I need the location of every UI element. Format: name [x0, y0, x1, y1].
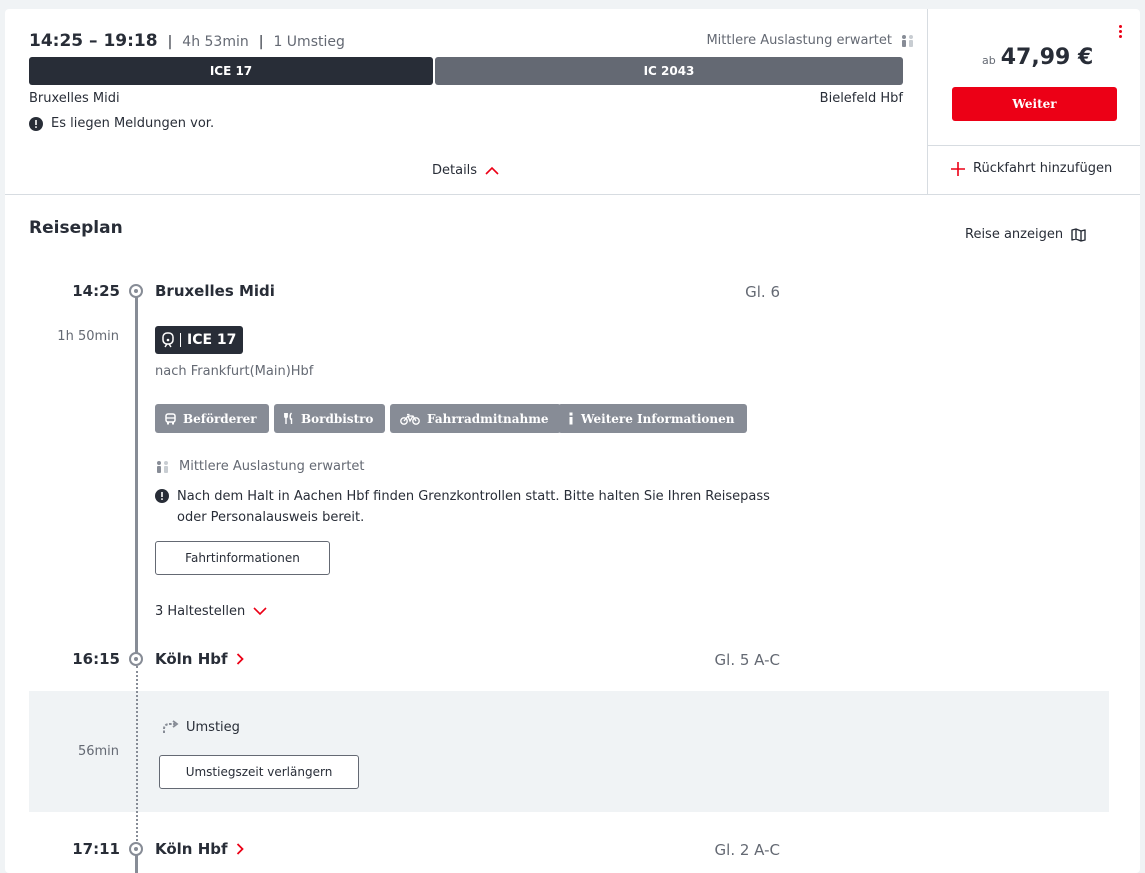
leg-occupancy: Mittlere Auslastung erwartet	[155, 459, 365, 474]
leg-notice-line: oder Personalausweis bereit.	[177, 510, 365, 525]
stop-name-link[interactable]: Köln Hbf	[155, 840, 244, 858]
add-return-label: Rückfahrt hinzufügen	[973, 161, 1113, 176]
leg-notice-text: Nach dem Halt in Aachen Hbf finden Grenz…	[177, 486, 770, 528]
extend-transfer-label: Umstiegszeit verlängern	[185, 765, 333, 779]
show-map-link[interactable]: Reise anzeigen	[965, 227, 1086, 242]
header-divider	[5, 194, 1140, 195]
notice-text: Es liegen Meldungen vor.	[51, 116, 215, 131]
train-bar-label: ICE 17	[209, 64, 253, 78]
timeline-stop-marker	[129, 842, 143, 856]
timeline-stop-marker	[129, 652, 143, 666]
chip-label: Bordbistro	[301, 411, 374, 426]
cutlery-icon	[284, 412, 293, 424]
destination-station: Bielefeld Hbf	[819, 91, 903, 106]
summary-row: 14:25 – 19:18 | 4h 53min | 1 Umstieg	[29, 31, 345, 51]
separator: |	[167, 34, 173, 50]
stops-toggle-label: 3 Haltestellen	[155, 604, 246, 619]
itinerary-title: Reiseplan	[29, 218, 123, 238]
occupancy-icon	[902, 34, 913, 47]
train-badge[interactable]: ICE 17	[155, 326, 244, 354]
stop-time: 14:25	[72, 282, 120, 300]
transfer-label: Umstieg	[186, 719, 240, 735]
map-icon	[1071, 227, 1086, 242]
stop-track: Gl. 6	[745, 283, 780, 301]
chip-bistro[interactable]: Bordbistro	[274, 404, 386, 433]
chip-label: Weitere Informationen	[581, 411, 735, 426]
separator: |	[258, 34, 264, 50]
chip-more-info[interactable]: Weitere Informationen	[558, 404, 747, 433]
stop-time: 17:11	[72, 840, 120, 858]
train-badge-label: ICE 17	[187, 332, 237, 348]
journey-duration: 4h 53min	[182, 34, 249, 50]
leg-notice-line: Nach dem Halt in Aachen Hbf finden Grenz…	[177, 489, 770, 504]
timeline-transfer-line	[136, 666, 138, 849]
bicycle-icon	[400, 413, 420, 425]
info-icon	[569, 412, 573, 425]
stop-name: Köln Hbf	[155, 840, 228, 858]
details-toggle[interactable]: Details	[432, 163, 499, 178]
price-divider-vertical	[927, 9, 928, 194]
extend-transfer-button[interactable]: Umstiegszeit verlängern	[159, 755, 359, 789]
details-label: Details	[432, 163, 478, 178]
stop-name: Köln Hbf	[155, 650, 228, 668]
chevron-right-icon	[236, 843, 244, 855]
price-prefix: ab	[982, 54, 996, 67]
chevron-right-icon	[236, 653, 244, 665]
train-bar-ic[interactable]: IC 2043	[435, 57, 903, 85]
origin-station: Bruxelles Midi	[29, 91, 120, 106]
price-amount: 47,99 €	[1000, 45, 1094, 70]
continue-button[interactable]: Weiter	[952, 87, 1117, 121]
alert-icon	[155, 489, 169, 503]
stop-name: Bruxelles Midi	[155, 282, 275, 300]
leg-notice: Nach dem Halt in Aachen Hbf finden Grenz…	[155, 486, 770, 528]
header-occupancy: Mittlere Auslastung erwartet	[706, 33, 916, 48]
show-map-label: Reise anzeigen	[965, 227, 1064, 242]
price-divider-horizontal	[927, 145, 1140, 146]
stop-time: 16:15	[72, 650, 120, 668]
chip-label: Beförderer	[183, 411, 257, 426]
journey-transfers: 1 Umstieg	[273, 34, 345, 50]
alert-icon	[29, 116, 43, 131]
timeline-stop-marker	[129, 284, 143, 298]
chevron-down-icon	[253, 607, 267, 616]
timeline-line	[135, 291, 138, 659]
stop-name-link[interactable]: Köln Hbf	[155, 650, 244, 668]
stops-toggle[interactable]: 3 Haltestellen	[155, 604, 267, 619]
add-return-button[interactable]: Rückfahrt hinzufügen	[951, 161, 1112, 176]
continue-button-label: Weiter	[1012, 97, 1057, 111]
chip-carrier[interactable]: Beförderer	[155, 404, 269, 433]
occupancy-label: Mittlere Auslastung erwartet	[706, 33, 892, 48]
notice-row: Es liegen Meldungen vor.	[29, 116, 214, 131]
train-bar-ice[interactable]: ICE 17	[29, 57, 433, 85]
chevron-up-icon	[485, 166, 499, 175]
chip-label: Fahrradmitnahme	[427, 411, 549, 426]
transfer-icon	[163, 720, 179, 733]
transfer-label-row: Umstieg	[161, 719, 240, 735]
leg-duration: 1h 50min	[57, 329, 119, 344]
transfer-block	[29, 691, 1109, 812]
separator	[180, 333, 181, 347]
trip-info-button[interactable]: Fahrtinformationen	[155, 541, 330, 575]
train-icon	[162, 332, 174, 348]
transfer-duration: 56min	[77, 744, 119, 759]
leg-occupancy-label: Mittlere Auslastung erwartet	[179, 459, 365, 474]
stop-track: Gl. 5 A-C	[714, 651, 780, 669]
price-display: ab 47,99 €	[982, 45, 1093, 70]
journey-times: 14:25 – 19:18	[29, 31, 158, 51]
occupancy-icon	[157, 460, 168, 473]
stop-track: Gl. 2 A-C	[714, 841, 780, 859]
chip-bicycle[interactable]: Fahrradmitnahme	[390, 404, 561, 433]
train-direction: nach Frankfurt(Main)Hbf	[155, 364, 314, 379]
more-options-icon[interactable]	[1119, 25, 1123, 41]
plus-icon	[951, 161, 965, 176]
journey-card: 14:25 – 19:18 | 4h 53min | 1 Umstieg Mit…	[5, 9, 1140, 873]
train-bar-label: IC 2043	[643, 64, 695, 78]
bus-icon	[165, 412, 176, 424]
trip-info-label: Fahrtinformationen	[185, 551, 300, 565]
